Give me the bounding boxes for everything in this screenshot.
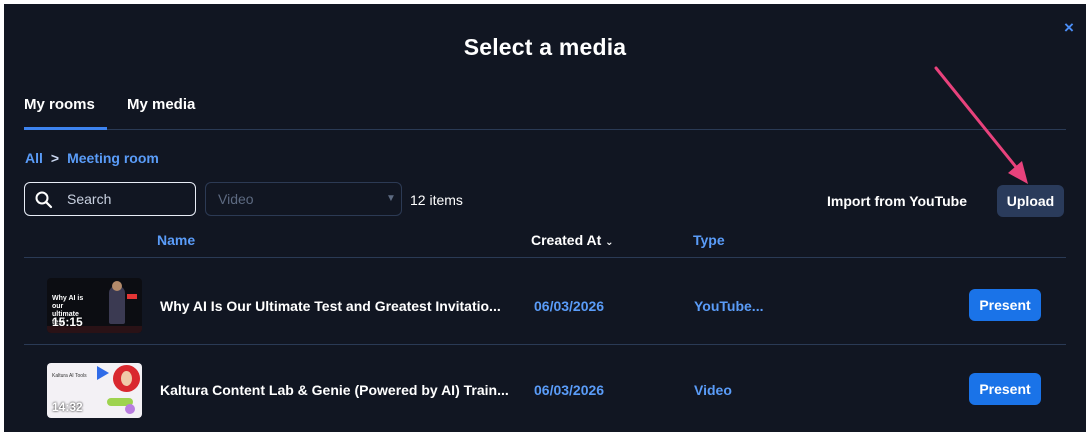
header-divider [24, 257, 1066, 258]
dialog-title: Select a media [463, 34, 627, 60]
created-at-label: Created At [531, 232, 602, 248]
column-header-type[interactable]: Type [693, 232, 725, 248]
breadcrumb-current[interactable]: Meeting room [67, 150, 159, 166]
search-input[interactable]: Search [24, 182, 196, 216]
annotation-arrow-icon [934, 66, 1028, 184]
media-thumbnail[interactable]: Kaltura AI Tools 14:32 [47, 363, 142, 418]
thumbnail-speaker-head [112, 281, 122, 291]
present-button[interactable]: Present [969, 289, 1041, 321]
close-icon[interactable]: × [1064, 18, 1074, 38]
thumbnail-badge [127, 294, 137, 299]
media-type-select[interactable]: Video ▼ [205, 182, 402, 216]
thumbnail-speaker [109, 286, 125, 324]
chevron-down-icon: ⌄ [605, 237, 614, 248]
select-media-dialog: Select a media × My rooms My media All > M… [4, 4, 1086, 432]
duration-badge: 14:32 [52, 400, 83, 414]
media-name: Kaltura Content Lab & Genie (Powered by … [160, 382, 509, 398]
column-header-created-at[interactable]: Created At ⌄ [531, 232, 614, 248]
item-count: 12 items [410, 192, 463, 208]
media-created-at: 06/03/2026 [534, 298, 605, 314]
search-placeholder: Search [67, 191, 112, 207]
active-tab-indicator [24, 127, 107, 130]
column-header-name[interactable]: Name [157, 232, 195, 248]
tab-my-rooms[interactable]: My rooms [24, 96, 95, 113]
media-type: Video [694, 382, 732, 398]
breadcrumb: All > Meeting room [25, 150, 159, 166]
media-type-value: Video [218, 191, 254, 207]
row-divider [24, 344, 1066, 345]
media-name: Why AI Is Our Ultimate Test and Greatest… [160, 298, 501, 314]
duration-badge: 15:15 [52, 315, 83, 329]
play-icon [97, 366, 109, 380]
thumbnail-caption: Kaltura AI Tools [52, 373, 87, 379]
chevron-down-icon: ▼ [386, 193, 396, 204]
thumbnail-presenter-face [121, 371, 132, 386]
tab-my-media[interactable]: My media [127, 96, 195, 113]
present-button[interactable]: Present [969, 373, 1041, 405]
search-icon [35, 191, 53, 209]
thumbnail-decoration-dot [125, 404, 135, 414]
media-created-at: 06/03/2026 [534, 382, 605, 398]
import-from-youtube-button[interactable]: Import from YouTube [827, 193, 967, 209]
media-thumbnail[interactable]: Why AI is our ultimate test 15:15 [47, 278, 142, 333]
breadcrumb-root[interactable]: All [25, 150, 43, 166]
breadcrumb-separator: > [50, 150, 60, 166]
media-type: YouTube... [694, 298, 764, 314]
